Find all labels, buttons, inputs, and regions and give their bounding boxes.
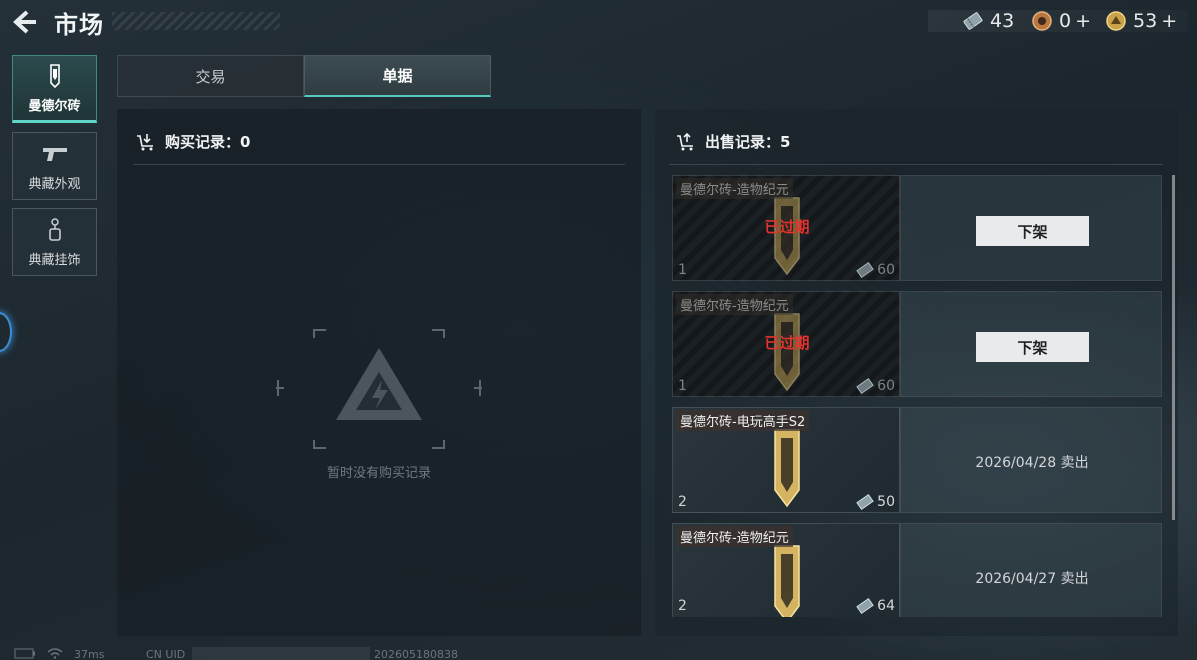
- item-thumbnail[interactable]: 曼德尔砖-电玩高手S2 2 50: [672, 407, 900, 513]
- category-label: 典藏外观: [28, 176, 81, 192]
- price-value: 64: [877, 598, 895, 614]
- status-bar: 37ms CN UID 202605180838: [0, 645, 1197, 660]
- category-collection-charm[interactable]: 典藏挂饰: [12, 208, 97, 276]
- currency-amount: 53: [1133, 10, 1158, 32]
- back-arrow-icon: [13, 10, 36, 34]
- ping-text: 37ms: [74, 648, 105, 660]
- delist-button[interactable]: 下架: [976, 216, 1089, 246]
- price-value: 50: [877, 494, 895, 510]
- item-quantity: 1: [678, 378, 687, 394]
- item-thumbnail[interactable]: 曼德尔砖-造物纪元 2 64: [672, 523, 900, 617]
- mandel-brick-icon: [774, 429, 800, 508]
- expired-status: 已过期: [764, 218, 810, 236]
- item-quantity: 1: [678, 262, 687, 278]
- ticket-icon: [856, 494, 874, 510]
- wifi-icon: [47, 648, 63, 659]
- tab-orders[interactable]: 单据: [304, 55, 491, 97]
- sell-records-title: 出售记录：: [705, 133, 781, 151]
- divider: [669, 164, 1163, 165]
- item-thumbnail[interactable]: 曼德尔砖-造物纪元 已过期 1 60: [672, 175, 900, 281]
- item-name: 曼德尔砖-电玩高手S2: [676, 410, 810, 431]
- buy-records-title: 购买记录：: [165, 133, 241, 151]
- item-quantity: 2: [678, 494, 687, 510]
- category-label: 曼德尔砖: [28, 98, 81, 114]
- currency-amount: 0: [1059, 10, 1072, 32]
- sold-date-text: 2026/04/27 卖出: [975, 571, 1089, 587]
- cart-download-icon: [137, 133, 153, 150]
- title-decoration: [112, 12, 280, 30]
- item-thumbnail[interactable]: 曼德尔砖-造物纪元 已过期 1 60: [672, 291, 900, 397]
- battery-icon: [14, 648, 35, 659]
- item-price: 60: [856, 378, 895, 394]
- ticket-icon: [963, 12, 983, 30]
- side-expand-handle[interactable]: [0, 312, 12, 352]
- category-label: 典藏挂饰: [28, 252, 81, 268]
- empty-state-icon: [276, 329, 482, 449]
- sell-records-count: 5: [780, 132, 791, 151]
- divider: [133, 164, 625, 165]
- sell-records-header: 出售记录： 5: [675, 131, 790, 152]
- currency-gold[interactable]: 53 +: [1105, 8, 1177, 34]
- sold-date-text: 2026/04/28 卖出: [975, 455, 1089, 471]
- category-collection-skin[interactable]: 典藏外观: [12, 132, 97, 200]
- record-action-area: 2026/04/28 卖出: [900, 407, 1162, 513]
- empty-state-text: 暂时没有购买记录: [326, 466, 431, 481]
- item-price: 64: [856, 598, 895, 614]
- item-name: 曼德尔砖-造物纪元: [676, 526, 793, 547]
- category-mandel-brick[interactable]: 曼德尔砖: [12, 55, 97, 123]
- pistol-icon: [42, 147, 67, 161]
- price-value: 60: [877, 262, 895, 278]
- item-price: 50: [856, 494, 895, 510]
- currency-add-icon[interactable]: +: [1075, 10, 1091, 32]
- back-button[interactable]: [10, 8, 40, 36]
- item-name: 曼德尔砖-造物纪元: [676, 178, 793, 199]
- coin-bronze-icon: [1032, 11, 1052, 31]
- buy-records-count: 0: [240, 132, 251, 151]
- record-action-area: 下架: [900, 175, 1162, 281]
- tab-trade[interactable]: 交易: [117, 55, 304, 97]
- mandel-brick-icon: [49, 63, 60, 88]
- uid-value-masked: [192, 647, 370, 660]
- price-value: 60: [877, 378, 895, 394]
- ticket-icon: [856, 378, 874, 394]
- sell-record-row: 曼德尔砖-造物纪元 已过期 1 60 下架: [672, 291, 1162, 397]
- coin-gold-icon: [1106, 11, 1126, 31]
- page-title: 市场: [54, 11, 104, 39]
- record-action-area: 下架: [900, 291, 1162, 397]
- buy-records-header: 购买记录： 0: [135, 131, 250, 152]
- currency-bronze[interactable]: 0 +: [1031, 8, 1091, 34]
- cart-upload-icon: [677, 132, 693, 150]
- item-quantity: 2: [678, 598, 687, 614]
- ticket-icon: [856, 598, 874, 614]
- record-action-area: 2026/04/27 卖出: [900, 523, 1162, 617]
- currency-ticket[interactable]: 43: [962, 8, 1014, 34]
- charm-icon: [48, 217, 61, 241]
- sell-list-scrollbar[interactable]: [1172, 175, 1175, 520]
- mandel-brick-icon: [774, 545, 800, 617]
- item-price: 60: [856, 262, 895, 278]
- currency-amount: 43: [990, 10, 1015, 32]
- ticket-icon: [856, 262, 874, 278]
- sell-record-row: 曼德尔砖-造物纪元 已过期 1 60 下架: [672, 175, 1162, 281]
- expired-status: 已过期: [764, 334, 810, 352]
- uid-label: CN UID: [146, 648, 186, 660]
- sell-record-row: 曼德尔砖-造物纪元 2 64 2026/04/27 卖出: [672, 523, 1162, 617]
- sell-record-row: 曼德尔砖-电玩高手S2 2 50 2026/04/28 卖出: [672, 407, 1162, 513]
- build-number: 202605180838: [374, 648, 458, 660]
- item-name: 曼德尔砖-造物纪元: [676, 294, 793, 315]
- currency-add-icon[interactable]: +: [1161, 10, 1177, 32]
- delist-button[interactable]: 下架: [976, 332, 1089, 362]
